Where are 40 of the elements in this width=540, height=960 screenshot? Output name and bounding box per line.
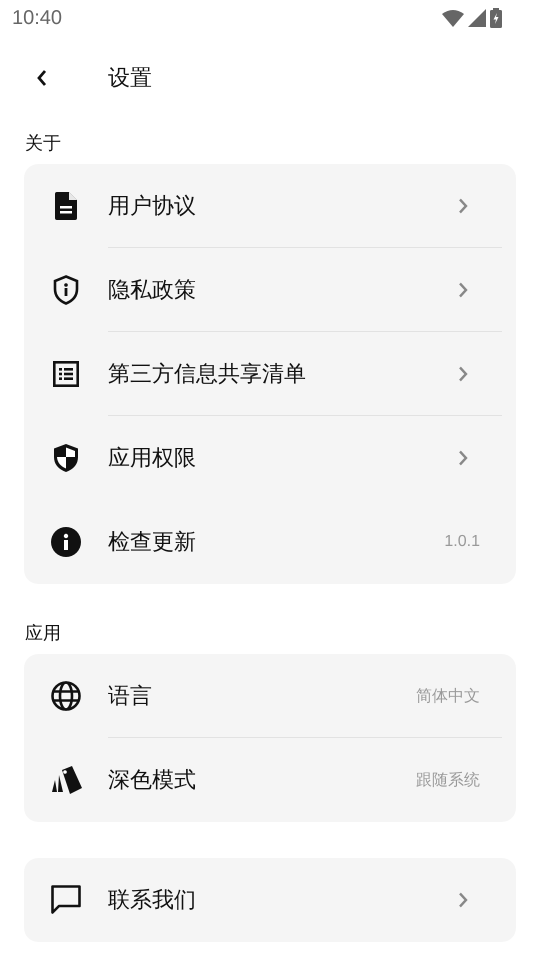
row-label: 隐私政策 xyxy=(108,277,197,305)
cards-icon xyxy=(50,766,82,794)
settings-row[interactable]: 第三方信息共享清单 xyxy=(24,332,516,416)
row-value: 跟随系统 xyxy=(416,770,480,790)
row-label: 检查更新 xyxy=(108,529,197,557)
row-label: 用户协议 xyxy=(108,193,197,221)
settings-row[interactable]: 用户协议 xyxy=(24,164,516,248)
row-label: 第三方信息共享清单 xyxy=(108,361,307,389)
settings-row[interactable]: 联系我们 xyxy=(24,858,516,942)
section-title: 关于 xyxy=(25,132,62,156)
chevron-icon xyxy=(458,366,468,382)
info-icon xyxy=(51,527,81,557)
settings-row[interactable]: 检查更新 1.0.1 xyxy=(24,500,516,584)
settings-row[interactable]: 隐私政策 xyxy=(24,248,516,332)
section-title: 应用 xyxy=(25,622,62,646)
message-icon xyxy=(51,885,81,915)
row-label: 应用权限 xyxy=(108,445,197,473)
row-label: 深色模式 xyxy=(108,767,197,795)
list-icon xyxy=(53,361,79,387)
battery-icon xyxy=(490,8,502,28)
status-time: 10:40 xyxy=(12,6,62,30)
row-label: 语言 xyxy=(108,683,153,711)
settings-row[interactable]: 应用权限 xyxy=(24,416,516,500)
chevron-icon xyxy=(458,892,468,908)
row-label: 联系我们 xyxy=(108,887,197,915)
chevron-icon xyxy=(458,450,468,466)
shield-icon xyxy=(53,443,79,473)
back-icon xyxy=(36,69,48,87)
page-title: 设置 xyxy=(108,65,152,93)
row-value: 简体中文 xyxy=(416,686,480,706)
row-value: 1.0.1 xyxy=(444,533,480,551)
settings-row[interactable]: 深色模式 跟随系统 xyxy=(24,738,516,822)
chevron-icon xyxy=(458,198,468,214)
globe-icon xyxy=(51,681,81,711)
wifi-icon xyxy=(442,9,464,27)
document-icon xyxy=(55,192,77,220)
settings-row[interactable]: 语言 简体中文 xyxy=(24,654,516,738)
chevron-icon xyxy=(458,282,468,298)
signal-icon xyxy=(468,9,486,27)
shield-info-icon xyxy=(53,275,79,305)
